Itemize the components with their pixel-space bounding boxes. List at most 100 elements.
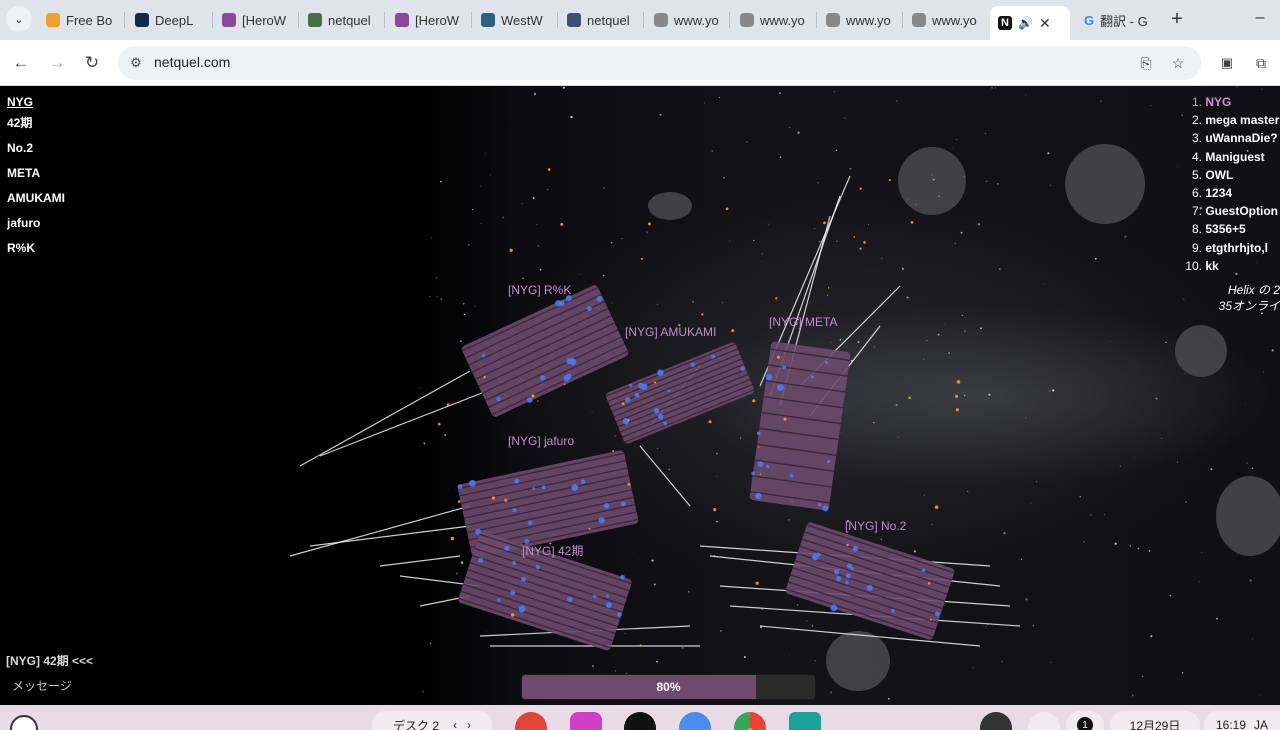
tab-10[interactable]: www.yo (904, 6, 988, 34)
tab-active[interactable]: N 🔊 ✕ (990, 6, 1070, 40)
tab-0[interactable]: Free Bo (38, 6, 122, 34)
star (422, 690, 425, 693)
date-display[interactable]: 12月29日 (1110, 711, 1200, 730)
tab-search-icon[interactable]: ▣ (1214, 50, 1240, 76)
bookmark-star-icon[interactable]: ☆ (1168, 53, 1188, 73)
chat-input[interactable]: メッセージ (12, 677, 72, 694)
speaker-icon: 🔊 (1018, 16, 1033, 30)
ship-hull (461, 285, 629, 417)
chevron-right-icon[interactable]: › (467, 718, 471, 730)
desk-switcher[interactable]: デスク 2 ‹ › (372, 711, 492, 730)
tab-4[interactable]: [HeroW (387, 6, 471, 34)
launcher-icon[interactable] (10, 715, 38, 730)
spark (932, 178, 935, 181)
tab-5[interactable]: WestW (473, 6, 557, 34)
site-settings-icon[interactable]: ⚙ (126, 53, 146, 73)
star (659, 113, 662, 116)
tab-translate[interactable]: G 翻訳 - G (1076, 6, 1160, 34)
spark (627, 419, 630, 422)
address-bar[interactable]: ⚙ netquel.com ⎘ ☆ (118, 46, 1201, 80)
star (614, 435, 616, 437)
leaderboard-row: 4. Maniguest (1191, 149, 1265, 164)
star (980, 327, 982, 330)
leaderboard-row: 10. kk (1185, 258, 1219, 273)
tab-search-button[interactable]: ⌄ (6, 6, 32, 32)
chrome-icon[interactable] (734, 712, 766, 730)
laser-beam (639, 445, 691, 507)
app-icon-6[interactable] (789, 712, 821, 730)
notification-badge[interactable]: 1 (1066, 711, 1104, 730)
spark (713, 507, 717, 512)
star (890, 290, 891, 291)
star (984, 132, 987, 135)
star (937, 333, 940, 336)
spark (430, 642, 432, 644)
star (722, 302, 723, 304)
star (539, 268, 542, 271)
asteroid (898, 147, 966, 215)
chevron-left-icon[interactable]: ‹ (453, 718, 457, 730)
avatar[interactable] (980, 712, 1012, 730)
chat-message: [NYG] 42期 <<< (6, 654, 94, 668)
gemini-icon[interactable] (679, 712, 711, 730)
progress-label: 80% (656, 680, 681, 694)
tab-3[interactable]: netquel (300, 6, 384, 34)
star (502, 216, 505, 219)
star (834, 91, 836, 93)
team-member: AMUKAMI (7, 191, 65, 205)
install-app-icon[interactable]: ⎘ (1136, 53, 1156, 73)
star (1094, 257, 1097, 260)
star (817, 182, 819, 184)
star (1236, 86, 1238, 88)
minimize-button[interactable]: – (1250, 8, 1270, 28)
system-tray[interactable]: 16:19 JA (1204, 711, 1280, 730)
star (1025, 417, 1027, 419)
close-tab-icon[interactable]: ✕ (1039, 15, 1051, 32)
app-icon-2[interactable] (570, 712, 602, 730)
back-button[interactable]: ← (8, 50, 34, 76)
url-text[interactable]: netquel.com (154, 54, 230, 70)
ship-label-amukami: [NYG] AMUKAMI (625, 325, 717, 339)
netquel-favicon-icon: N (998, 16, 1012, 30)
star (651, 559, 654, 562)
tab-1[interactable]: DeepL (127, 6, 211, 34)
star (829, 691, 833, 694)
star (1079, 495, 1082, 498)
star (1100, 100, 1102, 102)
reload-button[interactable]: ↻ (79, 50, 105, 76)
youtube-icon (912, 13, 926, 27)
tab-7[interactable]: www.yo (646, 6, 730, 34)
tab-strip: ⌄ Free Bo DeepL [HeroW netquel [HeroW We… (0, 0, 1280, 40)
youtube-icon (654, 13, 668, 27)
spark (954, 394, 959, 398)
star (716, 475, 718, 477)
star (1119, 465, 1122, 467)
hero-icon (222, 13, 236, 27)
star (789, 127, 791, 128)
tab-8[interactable]: www.yo (732, 6, 816, 34)
star (898, 436, 899, 438)
tab-2[interactable]: [HeroW (214, 6, 298, 34)
spark (472, 208, 474, 211)
spark (639, 644, 642, 647)
app-icon-1[interactable] (515, 712, 547, 730)
spark (910, 221, 914, 224)
microphone-icon[interactable] (1028, 712, 1060, 730)
team-member: R%K (7, 241, 36, 255)
spark (906, 296, 909, 299)
star (562, 86, 565, 89)
star (849, 167, 852, 170)
youtube-icon (740, 13, 754, 27)
star (463, 313, 466, 316)
reload-icon: ↻ (84, 53, 100, 72)
threads-icon[interactable] (624, 712, 656, 730)
new-tab-button[interactable]: + (1166, 8, 1188, 30)
extensions-icon[interactable]: ⧉ (1248, 50, 1274, 76)
forward-button[interactable]: → (44, 50, 70, 76)
star (835, 149, 838, 152)
game-canvas[interactable]: [NYG] R%K [NYG] AMUKAMI [NYG] META [NYG]… (0, 86, 1280, 705)
star (1246, 462, 1248, 464)
tab-6[interactable]: netquel (559, 6, 643, 34)
tab-9[interactable]: www.yo (818, 6, 902, 34)
star (896, 100, 898, 102)
